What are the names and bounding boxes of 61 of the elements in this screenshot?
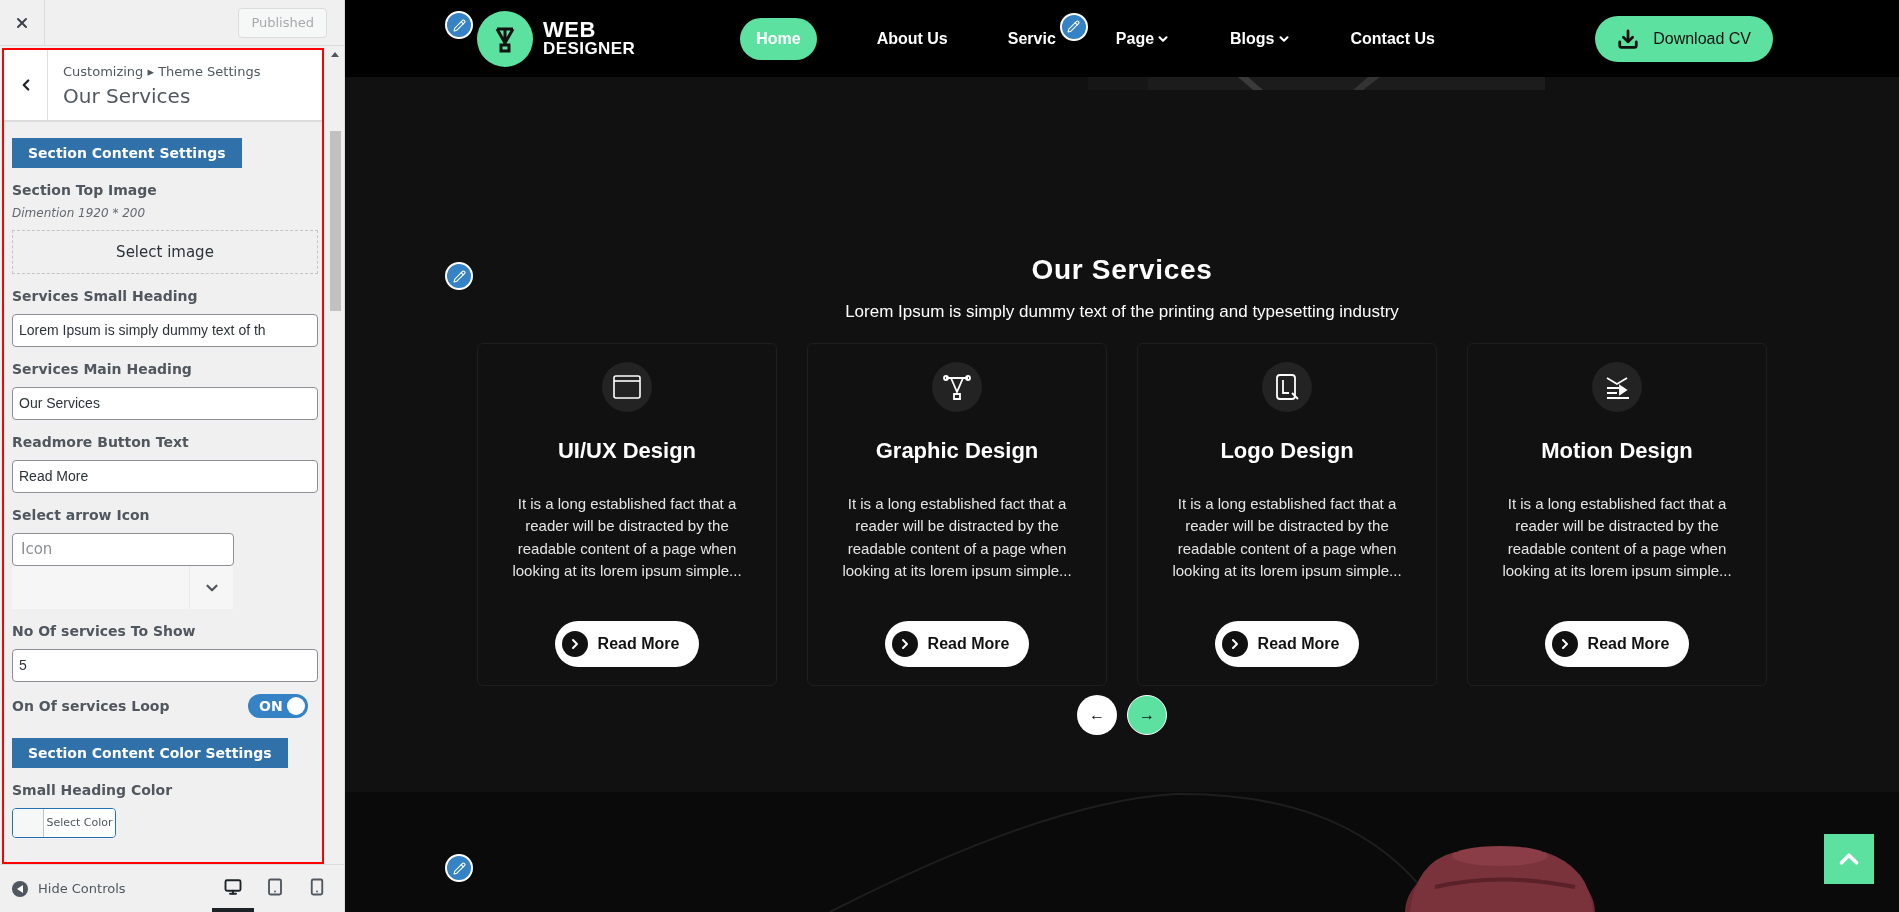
control-label: On Of services Loop	[12, 697, 170, 716]
scroll-up-icon[interactable]	[331, 52, 339, 57]
edit-shortcut-icon[interactable]	[445, 262, 473, 290]
text-field[interactable]: Lorem Ipsum is simply dummy text of th	[12, 314, 318, 347]
control-label: Small Heading Color	[12, 781, 174, 800]
edit-shortcut-icon[interactable]	[1059, 12, 1088, 41]
hide-controls-button[interactable]: Hide Controls	[12, 878, 126, 899]
desktop-icon	[224, 877, 242, 896]
nav-link[interactable]: Contact Us	[1350, 26, 1435, 51]
mobile-icon	[308, 877, 326, 896]
service-title: Logo Design	[1220, 436, 1354, 465]
control-label: Select arrow Icon	[12, 506, 151, 525]
scrollbar-thumb[interactable]	[329, 131, 341, 311]
text-field[interactable]: Our Services	[12, 387, 318, 420]
toggle-state: ON	[258, 696, 283, 716]
panel-title: Our Services	[63, 83, 192, 108]
service-description: It is a long established fact that a reader will be distracted by the readable content of a page when looking at its lorem ipsum simple...	[511, 493, 743, 581]
service-description: It is a long established fact that a reader will be distracted by the readable content of a page when looking at its lorem ipsum simple...	[1171, 493, 1403, 581]
download-icon	[1617, 27, 1640, 50]
section-heading-button[interactable]: Section Content Settings	[12, 138, 242, 168]
section-heading-button[interactable]: Section Content Color Settings	[12, 738, 288, 768]
read-more-button[interactable]: Read More	[1544, 620, 1690, 667]
service-title: Graphic Design	[875, 436, 1039, 465]
service-title: Motion Design	[1541, 436, 1693, 465]
control-label: Section Top Image	[12, 181, 158, 200]
control-label: Readmore Button Text	[12, 433, 190, 452]
control-label: No Of services To Show	[12, 622, 197, 641]
logo-text: DESIGNER	[543, 38, 636, 58]
nav-link[interactable]: Servic	[1007, 26, 1056, 51]
service-title: UI/UX Design	[557, 436, 697, 465]
service-description: It is a long established fact that a reader will be distracted by the readable content of a page when looking at its lorem ipsum simple...	[1501, 493, 1733, 581]
select-image-button[interactable]: Select image	[12, 230, 318, 274]
toggle-knob	[287, 697, 305, 715]
nav-link[interactable]: Blogs	[1230, 26, 1291, 51]
read-more-button[interactable]: Read More	[554, 620, 700, 667]
carousel-arrow-button[interactable]: ←	[1077, 694, 1117, 735]
control-label: Services Main Heading	[12, 360, 193, 379]
text-field[interactable]: 5	[12, 649, 318, 682]
section-subtitle: Lorem Ipsum is simply dummy text of the printing and typesetting industry	[845, 301, 1399, 323]
tablet-icon	[266, 877, 284, 896]
service-icon	[1592, 361, 1642, 412]
toggle-switch[interactable]: ON	[248, 694, 308, 718]
control-description: Dimention 1920 * 200	[12, 205, 147, 222]
logo-mark	[477, 10, 533, 67]
nav-link[interactable]: Page	[1115, 26, 1171, 51]
color-picker-button[interactable]: Select Color	[12, 808, 116, 838]
service-description: It is a long established fact that a reader will be distracted by the readable content of a page when looking at its lorem ipsum simple...	[841, 493, 1073, 581]
service-icon	[602, 361, 652, 412]
carousel-arrow-button[interactable]: →	[1127, 694, 1167, 735]
control-label: Services Small Heading	[12, 287, 199, 306]
logo-text: WEB	[543, 19, 597, 39]
nav-link[interactable]: About Us	[876, 26, 948, 51]
section-title: Our Services	[1031, 253, 1213, 287]
service-icon	[932, 361, 982, 412]
service-icon	[1262, 361, 1312, 412]
download-cv-button[interactable]: Download CV	[1595, 15, 1773, 62]
edit-shortcut-icon[interactable]	[445, 11, 473, 39]
text-field[interactable]: Read More	[12, 460, 318, 493]
read-more-button[interactable]: Read More	[884, 620, 1030, 667]
breadcrumb: Customizing ▸ Theme Settings	[63, 63, 261, 82]
read-more-button[interactable]: Read More	[1214, 620, 1360, 667]
